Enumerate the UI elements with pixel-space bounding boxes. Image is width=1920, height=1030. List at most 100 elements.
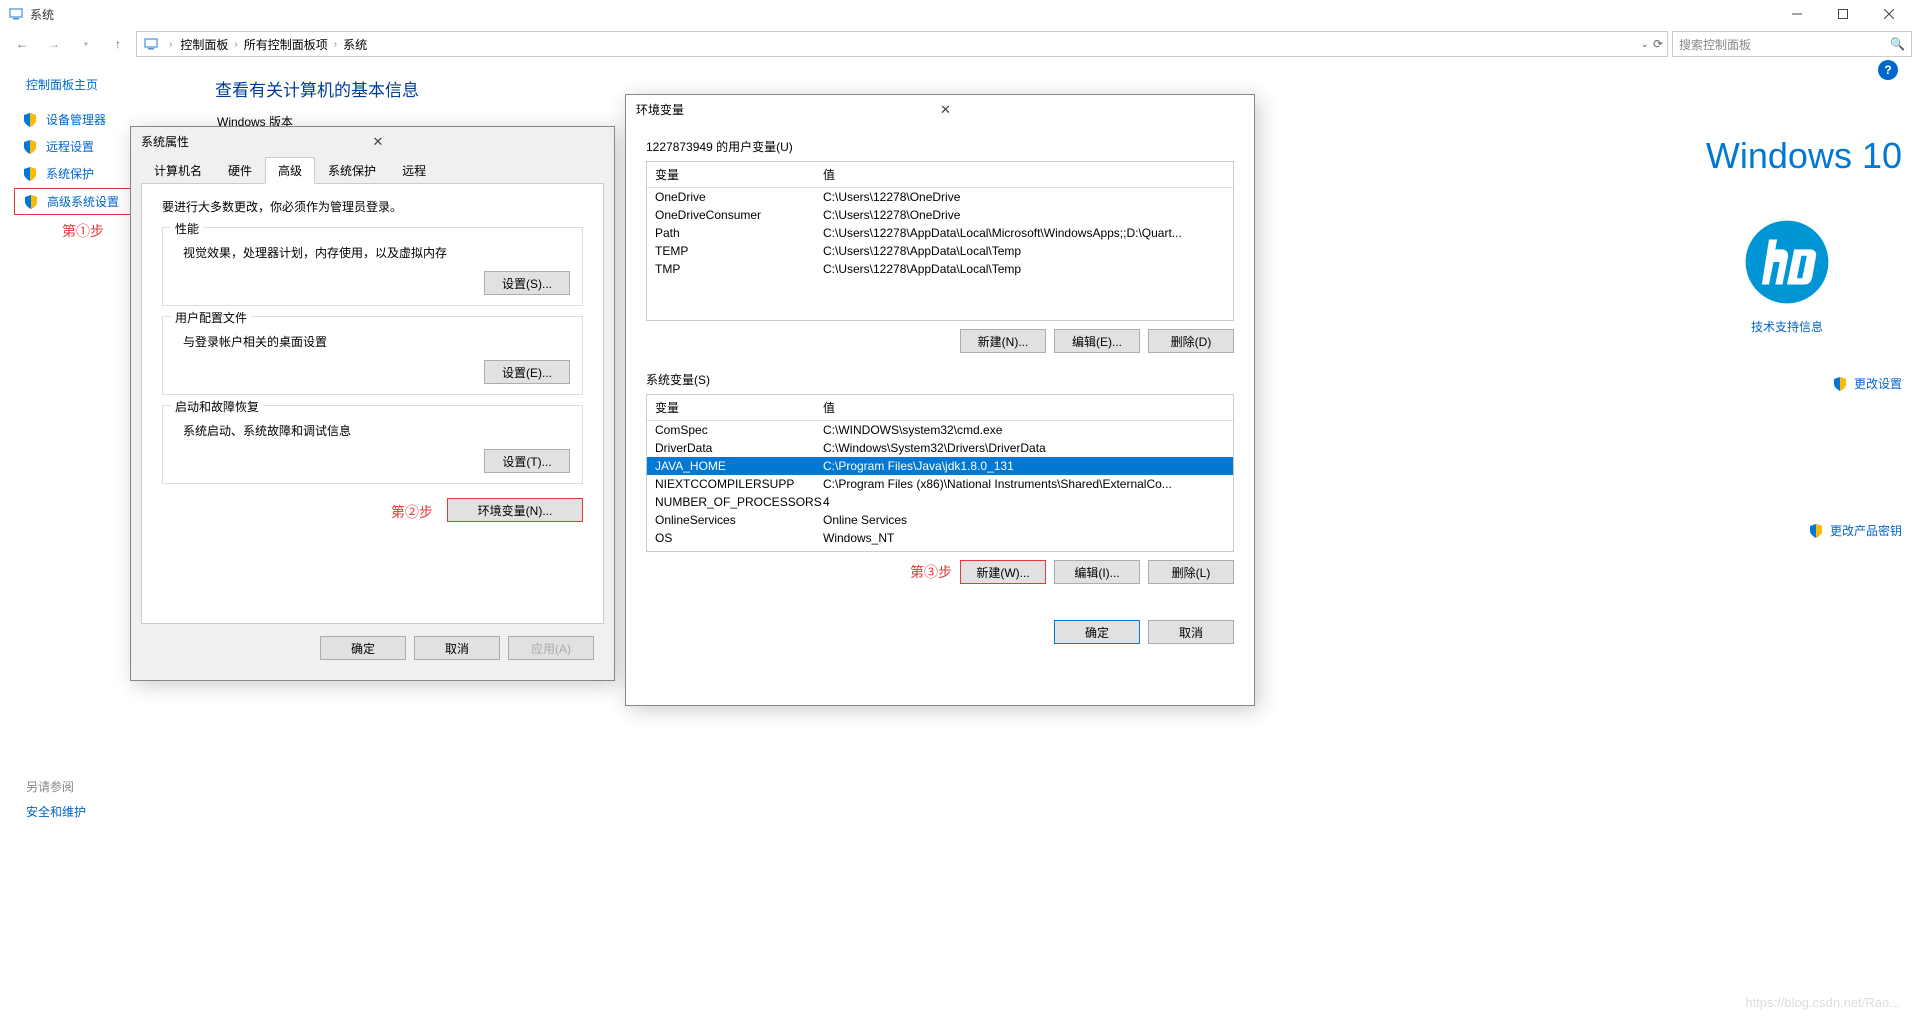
table-row[interactable]: TEMPC:\Users\12278\AppData\Local\Temp (647, 242, 1233, 260)
group-desc: 视觉效果，处理器计划，内存使用，以及虚拟内存 (183, 244, 570, 261)
edit-user-var-button[interactable]: 编辑(E)... (1054, 329, 1140, 353)
new-user-var-button[interactable]: 新建(N)... (960, 329, 1046, 353)
column-variable[interactable]: 变量 (655, 399, 823, 416)
user-profiles-settings-button[interactable]: 设置(E)... (484, 360, 570, 384)
maximize-button[interactable] (1820, 0, 1866, 28)
up-button[interactable]: ↑ (104, 32, 132, 56)
back-button[interactable]: ← (8, 32, 36, 56)
hp-logo (1742, 217, 1832, 307)
table-row[interactable]: OSWindows_NT (647, 529, 1233, 547)
var-name: OnlineServices (655, 513, 823, 527)
column-value[interactable]: 值 (823, 166, 835, 183)
system-var-buttons: 第③步 新建(W)... 编辑(I)... 删除(L) (646, 560, 1234, 584)
edit-system-var-button[interactable]: 编辑(I)... (1054, 560, 1140, 584)
sidebar-item-label: 系统保护 (46, 165, 94, 182)
recent-dropdown[interactable]: ▾ (72, 32, 100, 56)
var-name: TMP (655, 262, 823, 276)
var-value: C:\WINDOWS\system32\cmd.exe (823, 423, 1225, 437)
breadcrumb-item[interactable]: 所有控制面板项 (240, 36, 332, 53)
var-name: NUMBER_OF_PROCESSORS (655, 495, 823, 509)
forward-button[interactable]: → (40, 32, 68, 56)
var-value: C:\Users\12278\OneDrive (823, 190, 1225, 204)
system-icon-small (143, 36, 159, 52)
ok-button[interactable]: 确定 (1054, 620, 1140, 644)
close-icon[interactable]: ✕ (940, 102, 1244, 118)
performance-settings-button[interactable]: 设置(S)... (484, 271, 570, 295)
dropdown-icon[interactable]: ⌄ (1641, 39, 1649, 50)
startup-recovery-group: 启动和故障恢复 系统启动、系统故障和调试信息 设置(T)... (162, 405, 583, 484)
startup-settings-button[interactable]: 设置(T)... (484, 449, 570, 473)
close-icon[interactable]: ✕ (373, 134, 605, 150)
tab-system-protection[interactable]: 系统保护 (315, 157, 389, 184)
shield-icon (22, 139, 38, 155)
table-row[interactable]: NIEXTCCOMPILERSUPPC:\Program Files (x86)… (647, 475, 1233, 493)
change-settings-link[interactable]: 更改设置 (1672, 375, 1902, 392)
var-name: OS (655, 531, 823, 545)
security-maintenance-link[interactable]: 安全和维护 (26, 805, 86, 819)
right-panel: Windows 10 技术支持信息 更改设置 更改产品密钥 (1672, 60, 1902, 539)
breadcrumb: 控制面板› 所有控制面板项› 系统 (176, 36, 1636, 53)
user-variables-table[interactable]: 变量 值 OneDriveC:\Users\12278\OneDriveOneD… (646, 161, 1234, 321)
tab-advanced[interactable]: 高级 (265, 157, 315, 184)
var-value: C:\Windows\System32\Drivers\DriverData (823, 441, 1225, 455)
search-icon[interactable]: 🔍 (1890, 37, 1905, 51)
breadcrumb-item[interactable]: 系统 (339, 36, 371, 53)
delete-system-var-button[interactable]: 删除(L) (1148, 560, 1234, 584)
tab-remote[interactable]: 远程 (389, 157, 439, 184)
var-name: ComSpec (655, 423, 823, 437)
address-bar[interactable]: › 控制面板› 所有控制面板项› 系统 ⌄ ⟳ (136, 31, 1668, 57)
var-name: NIEXTCCOMPILERSUPP (655, 477, 823, 491)
titlebar: 系统 (0, 0, 1920, 28)
table-row[interactable]: OnlineServicesOnline Services (647, 511, 1233, 529)
change-product-key-link[interactable]: 更改产品密钥 (1672, 522, 1902, 539)
windows-10-logo: Windows 10 (1672, 135, 1902, 177)
tab-hardware[interactable]: 硬件 (215, 157, 265, 184)
dialog-titlebar[interactable]: 环境变量 ✕ (626, 95, 1254, 124)
table-row[interactable]: DriverDataC:\Windows\System32\Drivers\Dr… (647, 439, 1233, 457)
system-variables-table[interactable]: 变量 值 ComSpecC:\WINDOWS\system32\cmd.exeD… (646, 394, 1234, 552)
system-variables-label: 系统变量(S) (646, 371, 1234, 388)
dialog-footer: 确定 取消 应用(A) (131, 624, 614, 672)
minimize-button[interactable] (1774, 0, 1820, 28)
table-row[interactable]: PathC:\Program Files (x86)\Intel\iCLS Cl… (647, 547, 1233, 552)
group-desc: 系统启动、系统故障和调试信息 (183, 422, 570, 439)
refresh-icon[interactable]: ⟳ (1653, 37, 1663, 51)
var-value: C:\Program Files (x86)\National Instrume… (823, 477, 1225, 491)
system-icon (8, 6, 24, 22)
dialog-titlebar[interactable]: 系统属性 ✕ (131, 127, 614, 156)
table-row[interactable]: TMPC:\Users\12278\AppData\Local\Temp (647, 260, 1233, 278)
var-value: C:\Users\12278\AppData\Local\Temp (823, 262, 1225, 276)
shield-icon (1808, 523, 1824, 539)
table-row[interactable]: OneDriveConsumerC:\Users\12278\OneDrive (647, 206, 1233, 224)
cancel-button[interactable]: 取消 (414, 636, 500, 660)
environment-variables-button[interactable]: 环境变量(N)... (447, 498, 583, 522)
tabs: 计算机名 硬件 高级 系统保护 远程 (141, 156, 604, 184)
column-variable[interactable]: 变量 (655, 166, 823, 183)
breadcrumb-item[interactable]: 控制面板 (176, 36, 232, 53)
table-row[interactable]: NUMBER_OF_PROCESSORS4 (647, 493, 1233, 511)
control-panel-home-link[interactable]: 控制面板主页 (26, 76, 195, 93)
window-title: 系统 (30, 6, 1774, 23)
delete-user-var-button[interactable]: 删除(D) (1148, 329, 1234, 353)
shield-icon (23, 194, 39, 210)
tab-computer-name[interactable]: 计算机名 (141, 157, 215, 184)
chevron-right-icon: › (234, 39, 237, 50)
table-header: 变量 值 (647, 395, 1233, 421)
table-header: 变量 值 (647, 162, 1233, 188)
var-name: OneDrive (655, 190, 823, 204)
table-row[interactable]: JAVA_HOMEC:\Program Files\Java\jdk1.8.0_… (647, 457, 1233, 475)
table-row[interactable]: PathC:\Users\12278\AppData\Local\Microso… (647, 224, 1233, 242)
new-system-var-button[interactable]: 新建(W)... (960, 560, 1046, 584)
search-input[interactable]: 搜索控制面板 🔍 (1672, 31, 1912, 57)
cancel-button[interactable]: 取消 (1148, 620, 1234, 644)
table-row[interactable]: OneDriveC:\Users\12278\OneDrive (647, 188, 1233, 206)
table-row[interactable]: ComSpecC:\WINDOWS\system32\cmd.exe (647, 421, 1233, 439)
var-name: Path (655, 226, 823, 240)
var-value: C:\Program Files\Java\jdk1.8.0_131 (823, 459, 1225, 473)
close-button[interactable] (1866, 0, 1912, 28)
ok-button[interactable]: 确定 (320, 636, 406, 660)
see-also-title: 另请参阅 (26, 778, 86, 795)
column-value[interactable]: 值 (823, 399, 835, 416)
apply-button[interactable]: 应用(A) (508, 636, 594, 660)
hp-support-link[interactable]: 技术支持信息 (1672, 318, 1902, 335)
